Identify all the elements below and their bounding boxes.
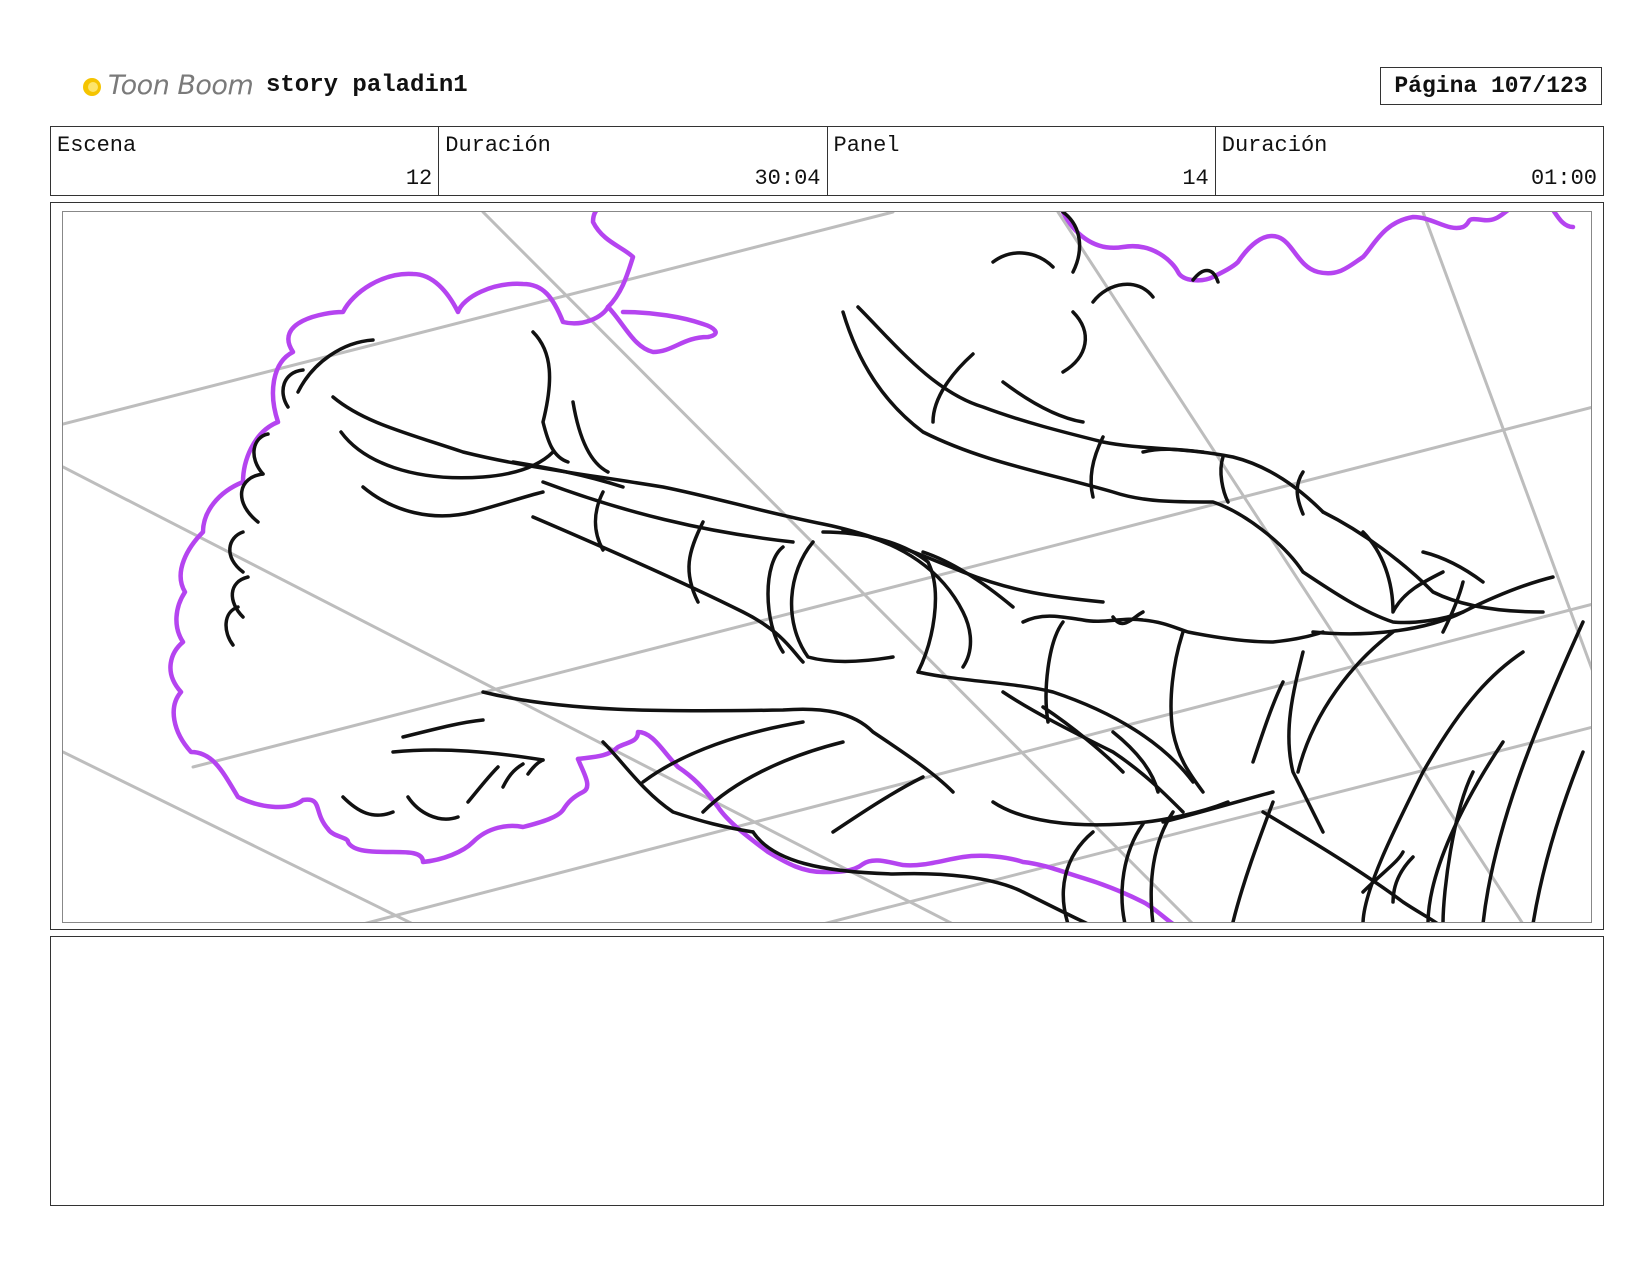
page-indicator: Página 107/123 <box>1380 67 1602 105</box>
panel-notes-area <box>50 936 1604 1206</box>
panel-cell: Panel 14 <box>828 127 1216 195</box>
sketch-drawing <box>63 212 1591 922</box>
panel-duration-label: Duración <box>1221 133 1328 158</box>
scene-value: 12 <box>405 166 433 191</box>
panel-duration-value: 01:00 <box>1530 166 1597 191</box>
panel-drawing-area <box>62 211 1592 923</box>
panel-label: Panel <box>833 133 900 158</box>
scene-cell: Escena 12 <box>51 127 440 195</box>
perspective-guides <box>63 212 1591 922</box>
scene-label: Escena <box>57 133 137 158</box>
panel-info-row: Escena 12 Duración 30:04 Panel 14 Duraci… <box>50 126 1604 196</box>
brand-name: Toon Boom <box>108 70 254 101</box>
project-title: story paladin1 <box>266 72 468 99</box>
panel-value: 14 <box>1182 166 1209 191</box>
storyboard-panel <box>50 202 1604 930</box>
scene-duration-label: Duración <box>445 133 551 158</box>
scene-duration-value: 30:04 <box>754 166 821 191</box>
scene-duration-cell: Duración 30:04 <box>439 127 828 195</box>
sketch-lines <box>224 212 1585 922</box>
panel-duration-cell: Duración 01:00 <box>1216 127 1603 195</box>
starburst-icon <box>83 78 101 96</box>
